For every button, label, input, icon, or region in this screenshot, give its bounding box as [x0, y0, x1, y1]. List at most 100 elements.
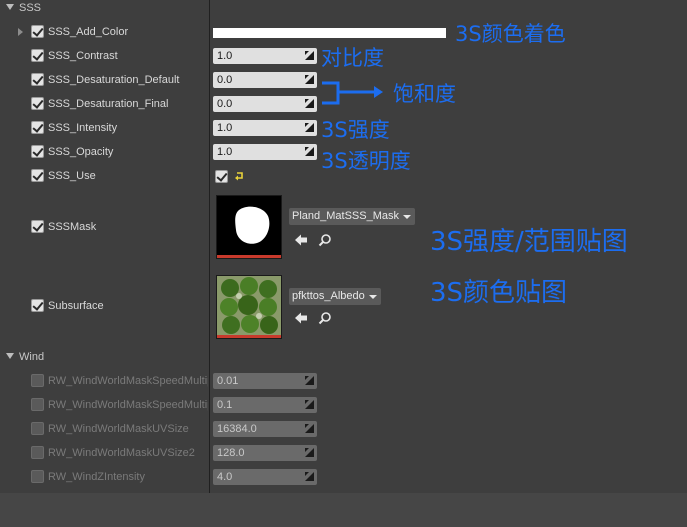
override-checkbox[interactable] — [31, 398, 44, 411]
drag-handle-icon[interactable] — [305, 123, 314, 132]
value-field-wind[interactable]: 128.0 — [213, 445, 317, 461]
param-name: Subsurface — [48, 300, 104, 312]
override-checkbox[interactable] — [31, 97, 44, 110]
override-checkbox[interactable] — [31, 422, 44, 435]
dropdown-caret-icon — [368, 295, 377, 299]
checkmark-icon — [32, 299, 44, 311]
override-checkbox[interactable] — [31, 49, 44, 62]
value-field-desaturation-default[interactable]: 0.0 — [213, 72, 317, 88]
param-name: RW_WindWorldMaskSpeedMultiplier2 — [48, 399, 208, 411]
param-name: SSSMask — [48, 221, 97, 233]
collapse-arrow-icon[interactable] — [6, 353, 14, 359]
override-checkbox[interactable] — [31, 145, 44, 158]
param-name: RW_WindWorldMaskSpeedMultiplier — [48, 375, 208, 387]
value-field-desaturation-final[interactable]: 0.0 — [213, 96, 317, 112]
annotation-mask: 3S强度/范围贴图 — [430, 227, 628, 257]
texture-thumbnail-subsurface[interactable] — [216, 275, 282, 339]
value-field-intensity[interactable]: 1.0 — [213, 120, 317, 136]
wind-param-row: RW_WindWorldMaskSpeedMultiplier2 — [0, 393, 687, 417]
param-name: SSS_Intensity — [48, 122, 118, 134]
color-swatch[interactable] — [213, 28, 446, 38]
mask-preview-image — [217, 196, 281, 255]
checkmark-icon — [216, 170, 228, 182]
override-checkbox[interactable] — [31, 470, 44, 483]
annotation-desaturation: 饱和度 — [393, 82, 456, 106]
section-header-sss[interactable]: SSS — [0, 0, 687, 16]
wind-param-row: RW_WindZIntensity — [0, 465, 687, 489]
asset-name: Pland_MatSSS_Mask — [292, 210, 399, 222]
override-checkbox[interactable] — [31, 169, 44, 182]
value-text: 1.0 — [217, 146, 233, 158]
texture-thumbnail-mask[interactable] — [216, 195, 282, 259]
value-field-wind[interactable]: 4.0 — [213, 469, 317, 485]
param-row-use: SSS_Use — [0, 164, 687, 188]
checkmark-icon — [32, 97, 44, 109]
wind-param-row: RW_WindWorldMaskUVSize2 — [0, 441, 687, 465]
section-header-wind[interactable]: Wind — [0, 349, 687, 365]
reset-to-default-icon[interactable] — [234, 171, 245, 181]
bracket-arrow-icon — [322, 81, 383, 105]
value-text: 1.0 — [217, 50, 233, 62]
section-label-sss: SSS — [19, 2, 42, 14]
expand-arrow-icon[interactable] — [18, 28, 23, 36]
value-field-opacity[interactable]: 1.0 — [213, 144, 317, 160]
param-name: SSS_Add_Color — [48, 26, 129, 38]
checkmark-icon — [32, 145, 44, 157]
drag-handle-icon[interactable] — [305, 99, 314, 108]
annotation-subsurface: 3S颜色贴图 — [430, 278, 568, 308]
param-name: RW_WindWorldMaskUVSize2 — [48, 447, 195, 459]
value-text: 16384.0 — [217, 423, 257, 435]
value-field-contrast[interactable]: 1.0 — [213, 48, 317, 64]
override-checkbox[interactable] — [31, 374, 44, 387]
section-label-wind: Wind — [19, 351, 45, 363]
use-selected-arrow-icon[interactable] — [294, 311, 308, 325]
value-text: 0.0 — [217, 98, 233, 110]
collapse-arrow-icon[interactable] — [6, 4, 14, 10]
param-name: SSS_Desaturation_Default — [48, 74, 180, 86]
wind-param-row: RW_WindWorldMaskUVSize — [0, 417, 687, 441]
value-field-wind[interactable]: 0.01 — [213, 373, 317, 389]
drag-handle-icon[interactable] — [305, 448, 314, 457]
value-text: 4.0 — [217, 471, 233, 483]
override-checkbox[interactable] — [31, 121, 44, 134]
checkmark-icon — [32, 25, 44, 37]
albedo-preview-image — [217, 276, 281, 335]
checkmark-icon — [32, 49, 44, 61]
param-name: SSS_Desaturation_Final — [48, 98, 169, 110]
checkmark-icon — [32, 121, 44, 133]
value-field-wind[interactable]: 16384.0 — [213, 421, 317, 437]
drag-handle-icon[interactable] — [305, 75, 314, 84]
param-name: SSS_Use — [48, 170, 96, 182]
override-checkbox[interactable] — [31, 299, 44, 312]
drag-handle-icon[interactable] — [305, 472, 314, 481]
param-name: RW_WindWorldMaskUVSize — [48, 423, 189, 435]
param-name: RW_WindZIntensity — [48, 471, 145, 483]
value-text: 128.0 — [217, 447, 245, 459]
override-checkbox[interactable] — [31, 220, 44, 233]
value-text: 0.0 — [217, 74, 233, 86]
asset-dropdown-mask[interactable]: Pland_MatSSS_Mask — [289, 208, 415, 225]
browse-search-icon[interactable] — [318, 233, 332, 247]
wind-param-row: RW_WindWorldMaskSpeedMultiplier — [0, 369, 687, 393]
drag-handle-icon[interactable] — [305, 147, 314, 156]
asset-dropdown-subsurface[interactable]: pfkttos_Albedo — [289, 288, 381, 305]
use-selected-arrow-icon[interactable] — [294, 233, 308, 247]
drag-handle-icon[interactable] — [305, 424, 314, 433]
use-value-checkbox[interactable] — [215, 170, 228, 183]
value-field-wind[interactable]: 0.1 — [213, 397, 317, 413]
dropdown-caret-icon — [403, 215, 411, 219]
value-text: 1.0 — [217, 122, 233, 134]
thumbnail-underline — [217, 255, 281, 258]
override-checkbox[interactable] — [31, 446, 44, 459]
drag-handle-icon[interactable] — [305, 376, 314, 385]
value-text: 0.01 — [217, 375, 239, 387]
override-checkbox[interactable] — [31, 25, 44, 38]
override-checkbox[interactable] — [31, 73, 44, 86]
browse-search-icon[interactable] — [318, 311, 332, 325]
param-name: SSS_Contrast — [48, 50, 118, 62]
checkmark-icon — [32, 169, 44, 181]
thumbnail-underline — [217, 335, 281, 338]
drag-handle-icon[interactable] — [305, 51, 314, 60]
drag-handle-icon[interactable] — [305, 400, 314, 409]
bottom-strip — [0, 493, 687, 527]
